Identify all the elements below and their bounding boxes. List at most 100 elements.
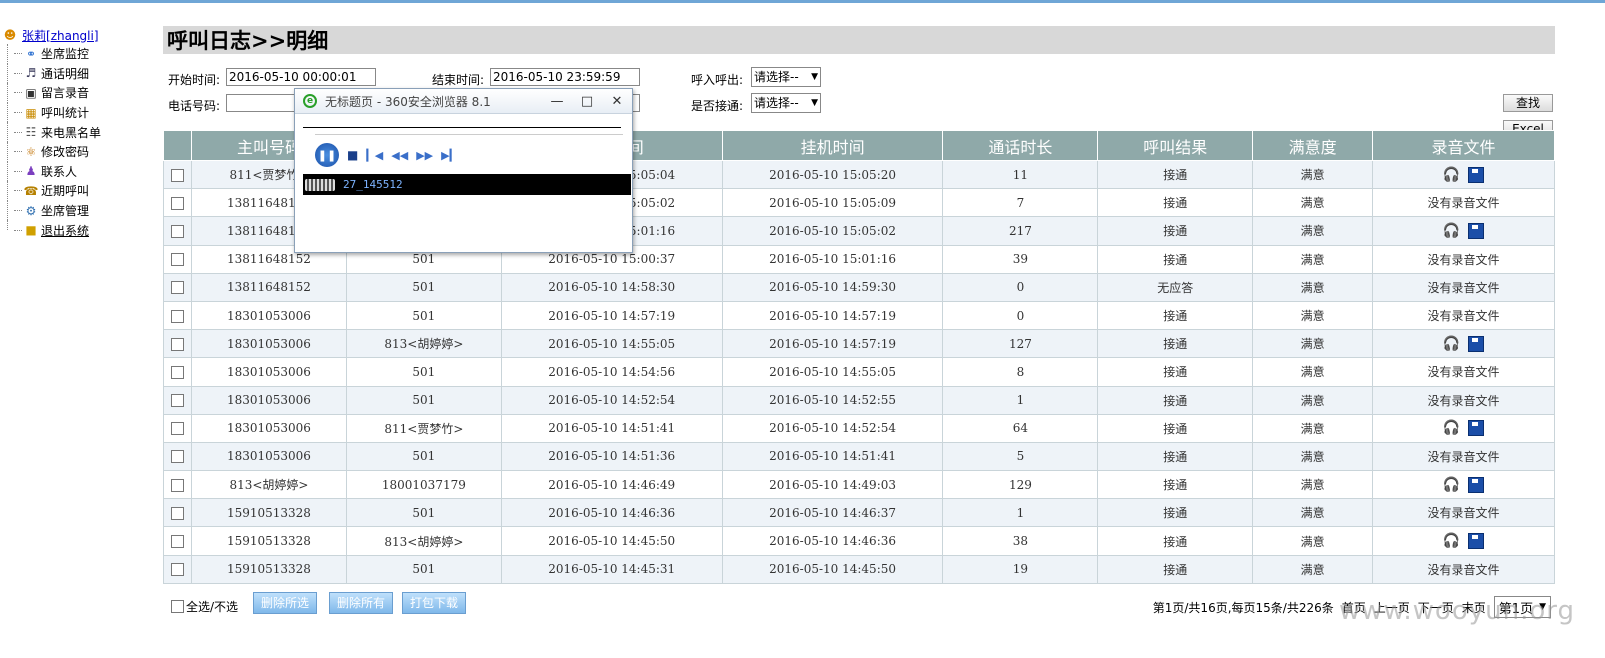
save-icon[interactable] bbox=[1468, 533, 1485, 550]
player-popup-window[interactable]: e 无标题页 - 360安全浏览器 8.1 — □ ✕ ❚❚ ■ ▎◀ ◀◀ ▶… bbox=[294, 88, 633, 253]
table-row: 15910513328 501 2016-05-10 14:46:36 2016-05… bbox=[163, 498, 1555, 528]
hangup-time-cell: 2016-05-10 14:51:41 bbox=[721, 441, 944, 472]
sidebar-item-speaker[interactable]: ♬ 通话明细 bbox=[2, 63, 152, 84]
stop-icon[interactable]: ■ bbox=[347, 148, 358, 162]
save-icon[interactable] bbox=[1468, 420, 1485, 437]
duration-cell: 39 bbox=[942, 244, 1099, 274]
callee-cell: 501 bbox=[345, 272, 502, 302]
duration-cell: 5 bbox=[942, 441, 1099, 472]
satisfaction-cell: 满意 bbox=[1252, 300, 1374, 331]
popup-titlebar[interactable]: e 无标题页 - 360安全浏览器 8.1 — □ ✕ bbox=[295, 89, 632, 114]
headphones-icon[interactable]: 🎧 bbox=[1443, 167, 1460, 183]
tree-line bbox=[7, 63, 9, 84]
duration-cell: 127 bbox=[942, 329, 1099, 359]
row-checkbox-cell bbox=[163, 498, 192, 528]
row-checkbox[interactable] bbox=[170, 422, 184, 436]
tree-line bbox=[7, 83, 9, 103]
row-checkbox[interactable] bbox=[170, 309, 184, 323]
table-row: 18301053006 501 2016-05-10 14:57:19 2016-05… bbox=[163, 300, 1555, 331]
tree-connector bbox=[14, 92, 22, 94]
skip-forward-icon[interactable]: ▶▎ bbox=[441, 149, 458, 162]
table-row: 13811648152 501 2016-05-10 14:58:30 2016-05… bbox=[163, 272, 1555, 302]
row-checkbox[interactable] bbox=[170, 535, 184, 549]
delete-all-button[interactable]: 删除所有 bbox=[329, 592, 393, 614]
delete-selected-button[interactable]: 删除所选 bbox=[253, 592, 317, 614]
call-time-cell: 2016-05-10 14:46:36 bbox=[500, 498, 723, 528]
save-icon[interactable] bbox=[1468, 476, 1485, 493]
search-button[interactable]: 查找 bbox=[1503, 94, 1553, 112]
sidebar-item-contacts[interactable]: ♟ 联系人 bbox=[2, 161, 152, 182]
end-time-input[interactable]: 2016-05-10 23:59:59 bbox=[490, 68, 640, 86]
row-checkbox[interactable] bbox=[170, 450, 184, 464]
row-checkbox[interactable] bbox=[170, 337, 184, 351]
save-icon[interactable] bbox=[1468, 222, 1485, 239]
result-cell: 接通 bbox=[1097, 188, 1254, 218]
sidebar-item-label: 留言录音 bbox=[41, 86, 90, 101]
satisfaction-cell: 满意 bbox=[1252, 272, 1374, 302]
sidebar-item-exit[interactable]: ■ 退出系统 bbox=[2, 220, 152, 240]
row-checkbox[interactable] bbox=[170, 365, 184, 379]
rewind-icon[interactable]: ◀◀ bbox=[391, 149, 408, 162]
satisfaction-cell: 满意 bbox=[1252, 216, 1374, 246]
user-name-link[interactable]: 张莉[zhangli] bbox=[22, 27, 99, 44]
satisfaction-cell: 满意 bbox=[1252, 470, 1374, 500]
tree-connector bbox=[14, 210, 22, 212]
row-checkbox[interactable] bbox=[170, 506, 184, 520]
duration-cell: 0 bbox=[942, 272, 1099, 302]
skip-back-icon[interactable]: ▎◀ bbox=[366, 149, 383, 162]
top-border bbox=[0, 0, 1605, 3]
save-icon[interactable] bbox=[1468, 166, 1485, 183]
row-checkbox[interactable] bbox=[170, 478, 184, 492]
select-all[interactable]: 全选/不选 bbox=[171, 598, 238, 615]
row-checkbox[interactable] bbox=[170, 224, 184, 238]
table-row: 18301053006 501 2016-05-10 14:52:54 2016-05… bbox=[163, 385, 1555, 415]
sidebar-item-label: 来电黑名单 bbox=[41, 125, 102, 140]
sidebar-item-headset[interactable]: ⚭ 坐席监控 bbox=[2, 44, 152, 64]
progress-track[interactable] bbox=[303, 127, 621, 128]
sidebar-item-recorder[interactable]: ▣ 留言录音 bbox=[2, 83, 152, 103]
direction-select[interactable]: 请选择-- ▼ bbox=[751, 67, 821, 87]
pack-download-button[interactable]: 打包下载 bbox=[402, 592, 466, 614]
sidebar-item-recent-calls[interactable]: ☎ 近期呼叫 bbox=[2, 181, 152, 201]
row-checkbox[interactable] bbox=[170, 196, 184, 210]
maximize-icon[interactable]: □ bbox=[572, 94, 602, 109]
result-cell: 接通 bbox=[1097, 357, 1254, 387]
headphones-icon[interactable]: 🎧 bbox=[1443, 336, 1460, 352]
satisfaction-cell: 满意 bbox=[1252, 357, 1374, 387]
headphones-icon[interactable]: 🎧 bbox=[1443, 420, 1460, 436]
row-checkbox-cell bbox=[163, 159, 192, 190]
hangup-time-cell: 2016-05-10 15:05:09 bbox=[721, 188, 944, 218]
minimize-icon[interactable]: — bbox=[542, 94, 572, 109]
sidebar-item-blacklist[interactable]: ☷ 来电黑名单 bbox=[2, 122, 152, 142]
duration-cell: 1 bbox=[942, 385, 1099, 415]
row-checkbox[interactable] bbox=[170, 563, 184, 577]
tree-line bbox=[7, 44, 9, 64]
exit-icon: ■ bbox=[25, 223, 37, 238]
row-checkbox[interactable] bbox=[170, 253, 184, 267]
hangup-time-cell: 2016-05-10 14:52:55 bbox=[721, 385, 944, 415]
headphones-icon[interactable]: 🎧 bbox=[1443, 477, 1460, 493]
start-time-input[interactable]: 2016-05-10 00:00:01 bbox=[226, 68, 376, 86]
pause-icon[interactable]: ❚❚ bbox=[315, 143, 339, 167]
tree-connector bbox=[14, 190, 22, 192]
callee-cell: 501 bbox=[345, 385, 502, 415]
playlist-row[interactable]: 27_145512 bbox=[303, 174, 631, 195]
row-checkbox[interactable] bbox=[170, 281, 184, 295]
headphones-icon[interactable]: 🎧 bbox=[1443, 223, 1460, 239]
row-checkbox[interactable] bbox=[170, 168, 184, 182]
close-icon[interactable]: ✕ bbox=[602, 94, 632, 109]
headphones-icon[interactable]: 🎧 bbox=[1443, 533, 1460, 549]
fast-forward-icon[interactable]: ▶▶ bbox=[416, 149, 433, 162]
save-icon[interactable] bbox=[1468, 335, 1485, 352]
volume-track[interactable] bbox=[315, 134, 623, 135]
select-all-checkbox[interactable] bbox=[171, 600, 184, 613]
sidebar-item-chart[interactable]: ▦ 呼叫统计 bbox=[2, 102, 152, 123]
satisfaction-cell: 满意 bbox=[1252, 385, 1374, 415]
duration-cell: 38 bbox=[942, 526, 1099, 556]
row-checkbox[interactable] bbox=[170, 394, 184, 408]
sidebar-item-key[interactable]: ⚛ 修改密码 bbox=[2, 141, 152, 162]
recording-cell: 🎧 bbox=[1372, 470, 1555, 500]
sidebar-item-agent-manage[interactable]: ⚙ 坐席管理 bbox=[2, 200, 152, 221]
page-title: 呼叫日志>>明细 bbox=[167, 29, 329, 53]
connected-select[interactable]: 请选择-- ▼ bbox=[751, 93, 821, 113]
